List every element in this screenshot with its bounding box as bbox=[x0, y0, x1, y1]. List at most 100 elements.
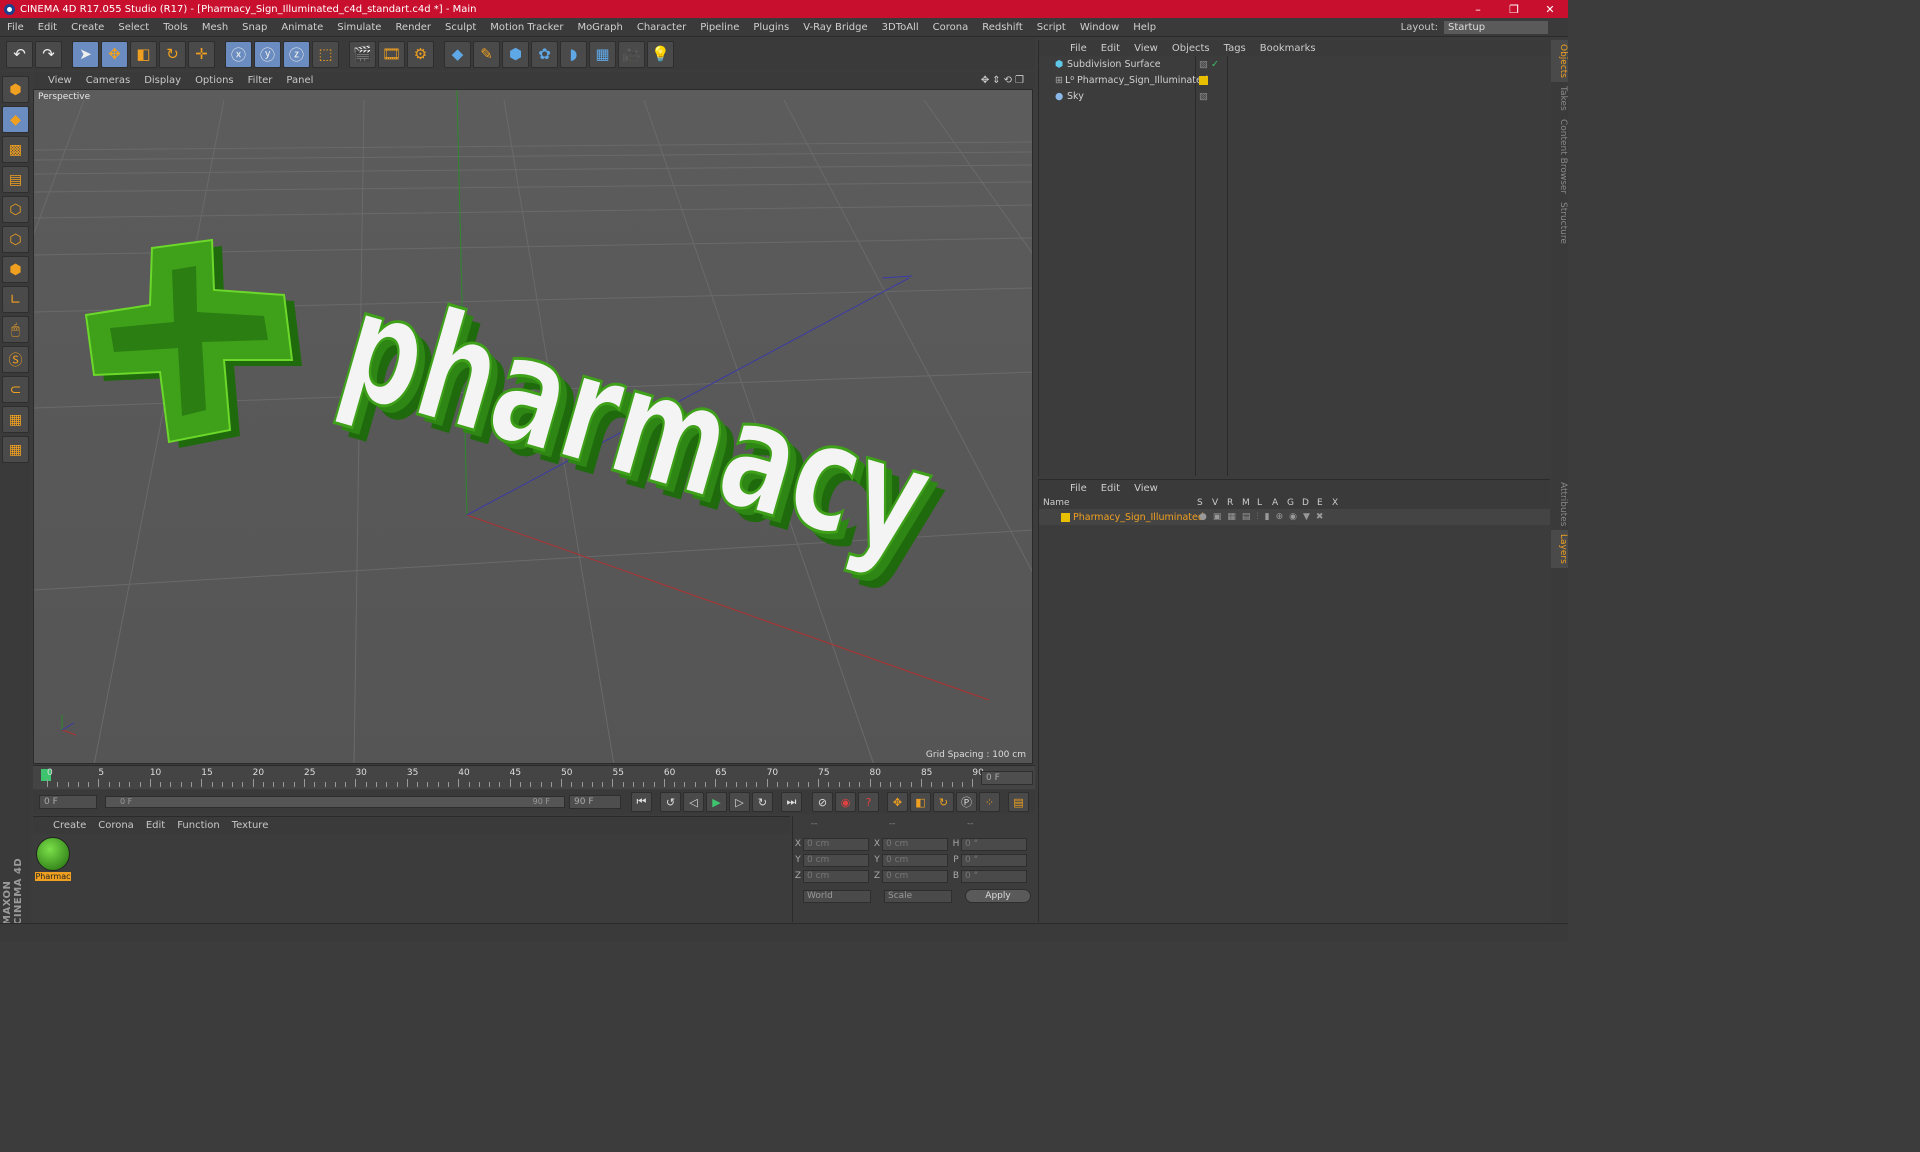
objects-menu-objects[interactable]: Objects bbox=[1165, 43, 1217, 54]
minimize-button[interactable]: – bbox=[1460, 3, 1496, 16]
menu-3dtoall[interactable]: 3DToAll bbox=[875, 22, 926, 33]
layers-menu-view[interactable]: View bbox=[1127, 483, 1165, 494]
layer-toggle-icons[interactable]: ●▣▦▤⫶▮⊕◉▼✖ bbox=[1199, 512, 1329, 522]
position-x-field[interactable]: 0 cm bbox=[803, 837, 869, 851]
keyframe-selection-icon[interactable]: ⊘ bbox=[812, 792, 833, 812]
key-scale-icon[interactable]: ◧ bbox=[910, 792, 931, 812]
points-mode-icon[interactable]: ⬡ bbox=[2, 196, 29, 223]
objects-menu-edit[interactable]: Edit bbox=[1094, 43, 1127, 54]
size-z-field[interactable]: 0 cm bbox=[882, 869, 948, 883]
viewport-menu-panel[interactable]: Panel bbox=[279, 75, 320, 86]
floor-scene-icon[interactable]: ▦ bbox=[589, 40, 616, 68]
rotation-b-field[interactable]: 0 ° bbox=[961, 869, 1027, 883]
live-selection-icon[interactable]: ✛ bbox=[188, 40, 215, 68]
tab-takes[interactable]: Takes bbox=[1551, 82, 1568, 115]
previous-frame-icon[interactable]: ◁ bbox=[683, 792, 704, 812]
workplane-mode-icon[interactable]: ▤ bbox=[2, 166, 29, 193]
viewport-menu-options[interactable]: Options bbox=[188, 75, 241, 86]
snap-icon[interactable]: Ⓢ bbox=[2, 346, 29, 373]
z-axis-icon[interactable]: ⓩ bbox=[283, 40, 310, 68]
menu-create[interactable]: Create bbox=[64, 22, 111, 33]
rotate-tool-icon[interactable]: ↻ bbox=[159, 40, 186, 68]
viewport-canvas[interactable]: pharmacy pharmacy pharmacy bbox=[34, 90, 1033, 764]
menu-redshift[interactable]: Redshift bbox=[975, 22, 1030, 33]
scale-tool-icon[interactable]: ◧ bbox=[130, 40, 157, 68]
visibility-icon[interactable]: ▧ bbox=[1199, 91, 1208, 102]
menu-edit[interactable]: Edit bbox=[31, 22, 64, 33]
menu-mograph[interactable]: MoGraph bbox=[570, 22, 629, 33]
menu-corona[interactable]: Corona bbox=[926, 22, 976, 33]
spline-pen-icon[interactable]: ✎ bbox=[473, 40, 500, 68]
texture-mode-icon[interactable]: ▩ bbox=[2, 136, 29, 163]
layer-row[interactable]: Pharmacy_Sign_Illuminated ●▣▦▤⫶▮⊕◉▼✖ bbox=[1039, 509, 1550, 525]
next-frame-icon[interactable]: ▷ bbox=[729, 792, 750, 812]
material-menu-corona[interactable]: Corona bbox=[92, 820, 140, 831]
viewport-menu-filter[interactable]: Filter bbox=[241, 75, 280, 86]
tab-layers[interactable]: Layers bbox=[1551, 530, 1568, 568]
grid-lock-icon[interactable]: ▦ bbox=[2, 406, 29, 433]
key-pla-icon[interactable]: ⁘ bbox=[979, 792, 1000, 812]
frame-range-slider[interactable]: 0 F 90 F bbox=[105, 796, 565, 808]
redo-icon[interactable]: ↷ bbox=[35, 40, 62, 68]
menu-simulate[interactable]: Simulate bbox=[330, 22, 388, 33]
layers-menu-edit[interactable]: Edit bbox=[1094, 483, 1127, 494]
tab-content-browser[interactable]: Content Browser bbox=[1551, 115, 1568, 198]
menu-script[interactable]: Script bbox=[1030, 22, 1073, 33]
menu-pipeline[interactable]: Pipeline bbox=[693, 22, 746, 33]
material-menu-texture[interactable]: Texture bbox=[226, 820, 275, 831]
tab-structure[interactable]: Structure bbox=[1551, 198, 1568, 248]
material-menu-create[interactable]: Create bbox=[47, 820, 92, 831]
go-to-start-icon[interactable]: ⏮ bbox=[631, 792, 652, 812]
x-axis-icon[interactable]: ⓧ bbox=[225, 40, 252, 68]
size-y-field[interactable]: 0 cm bbox=[882, 853, 948, 867]
size-x-field[interactable]: 0 cm bbox=[882, 837, 948, 851]
viewport-menu-display[interactable]: Display bbox=[137, 75, 188, 86]
next-key-icon[interactable]: ↻ bbox=[752, 792, 773, 812]
expand-icon[interactable]: ⊞ bbox=[1055, 75, 1063, 86]
autokey-icon[interactable]: ? bbox=[858, 792, 879, 812]
coordinate-mode-select[interactable]: World bbox=[803, 889, 871, 903]
menu-snap[interactable]: Snap bbox=[235, 22, 274, 33]
viewport-navigation-icons[interactable]: ✥⇕⟲❐ bbox=[981, 75, 1035, 86]
polygons-mode-icon[interactable]: ⬢ bbox=[2, 256, 29, 283]
light-icon[interactable]: 💡 bbox=[647, 40, 674, 68]
rotation-p-field[interactable]: 0 ° bbox=[961, 853, 1027, 867]
position-y-field[interactable]: 0 cm bbox=[803, 853, 869, 867]
subdivision-generator-icon[interactable]: ⬢ bbox=[502, 40, 529, 68]
move-tool-icon[interactable]: ✥ bbox=[101, 40, 128, 68]
timeline-ruler[interactable]: 0 5 10 15 20 25 30 35 40 45 50 55 60 65 70 75 80 85 90 0 F bbox=[33, 765, 1035, 789]
render-settings-icon[interactable]: ⚙ bbox=[407, 40, 434, 68]
previous-key-icon[interactable]: ↺ bbox=[660, 792, 681, 812]
maximize-button[interactable]: ❐ bbox=[1496, 3, 1532, 16]
visibility-icon[interactable]: ▧ bbox=[1199, 59, 1208, 70]
tab-attributes[interactable]: Attributes bbox=[1551, 478, 1568, 530]
tab-objects[interactable]: Objects bbox=[1551, 40, 1568, 83]
layer-name[interactable]: Pharmacy_Sign_Illuminated bbox=[1073, 512, 1204, 523]
y-axis-icon[interactable]: ⓨ bbox=[254, 40, 281, 68]
key-rotation-icon[interactable]: ↻ bbox=[933, 792, 954, 812]
objects-menu-view[interactable]: View bbox=[1127, 43, 1165, 54]
menu-select[interactable]: Select bbox=[111, 22, 156, 33]
edges-mode-icon[interactable]: ⬡ bbox=[2, 226, 29, 253]
record-active-icon[interactable]: ◉ bbox=[835, 792, 856, 812]
enabled-check-icon[interactable]: ✓ bbox=[1211, 59, 1219, 70]
key-position-icon[interactable]: ✥ bbox=[887, 792, 908, 812]
key-parameter-icon[interactable]: Ⓟ bbox=[956, 792, 977, 812]
workplane-lock-icon[interactable]: ▦ bbox=[2, 436, 29, 463]
rotation-h-field[interactable]: 0 ° bbox=[961, 837, 1027, 851]
object-row-sky[interactable]: ● Sky ▧ bbox=[1039, 88, 1550, 104]
close-button[interactable]: ✕ bbox=[1532, 3, 1568, 16]
coordinate-system-icon[interactable]: ⬚ bbox=[312, 40, 339, 68]
select-tool-icon[interactable]: ➤ bbox=[72, 40, 99, 68]
layers-menu-file[interactable]: File bbox=[1063, 483, 1094, 494]
material-item[interactable]: Pharmac bbox=[35, 837, 71, 883]
menu-render[interactable]: Render bbox=[388, 22, 438, 33]
menu-window[interactable]: Window bbox=[1073, 22, 1126, 33]
apply-button[interactable]: Apply bbox=[965, 889, 1031, 903]
object-name[interactable]: Subdivision Surface bbox=[1067, 59, 1161, 70]
objects-menu-file[interactable]: File bbox=[1063, 43, 1094, 54]
magnet-icon[interactable]: ⊂ bbox=[2, 376, 29, 403]
model-mode-icon[interactable]: ◆ bbox=[2, 106, 29, 133]
layer-color-icon[interactable] bbox=[1199, 75, 1208, 85]
position-z-field[interactable]: 0 cm bbox=[803, 869, 869, 883]
